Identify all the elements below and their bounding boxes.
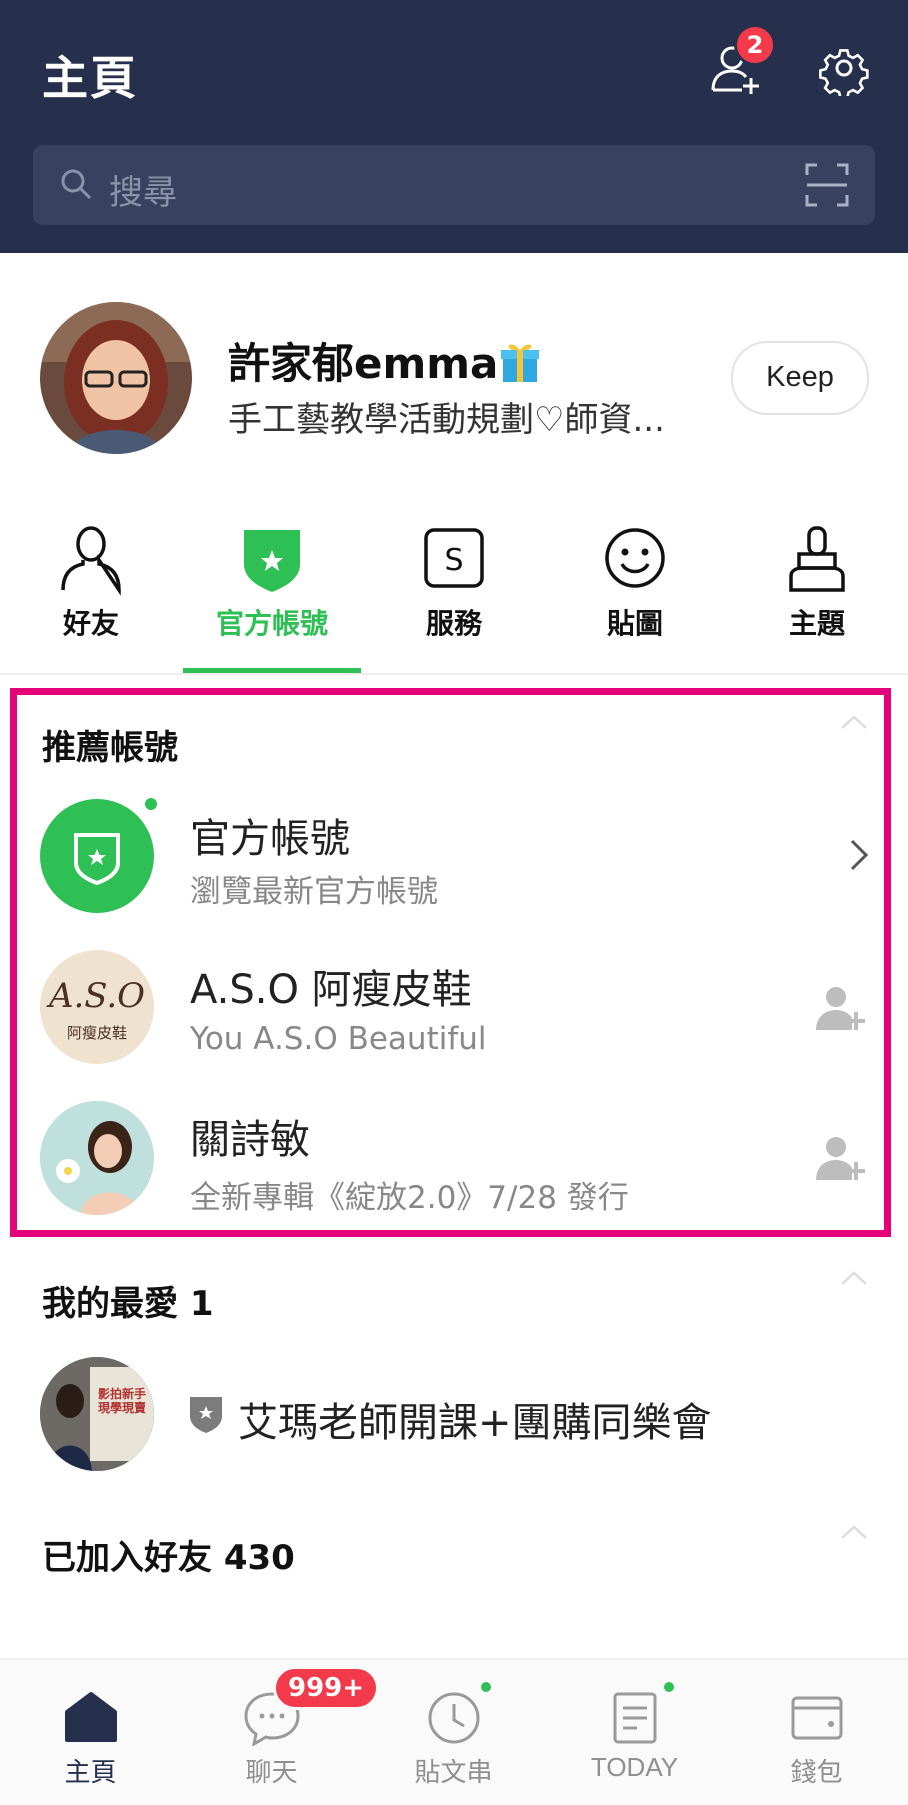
divider [0,673,908,675]
favorites-section-title: 我的最愛 1 [42,1284,214,1324]
smile-icon [595,520,675,600]
svg-text:S: S [444,543,463,578]
wallet-icon [787,1686,847,1746]
home-icon [61,1686,121,1746]
aso-avatar[interactable]: A.S.O 阿瘦皮鞋 [40,950,154,1064]
favorite-avatar[interactable]: 影拍新手 現學現賣 [40,1357,154,1471]
singer-avatar[interactable] [40,1101,154,1215]
nav-today[interactable]: TODAY [544,1660,725,1805]
category-label: 官方帳號 [215,607,328,640]
collapse-caret-icon[interactable] [840,1270,868,1286]
category-label: 好友 [62,607,119,640]
nav-label: 主頁 [64,1758,117,1788]
aso-logo-text: A.S.O [48,976,146,1016]
new-indicator-dot [481,1682,491,1692]
favorite-item-name[interactable]: 艾瑪老師開課+團購同樂會 [238,1390,712,1448]
add-friend-button[interactable]: 2 [708,24,776,96]
category-official-accounts[interactable]: 官方帳號 [181,520,363,642]
nav-label: TODAY [590,1752,679,1782]
service-s-icon: S [414,520,494,600]
collapse-caret-icon[interactable] [840,1524,868,1540]
nav-label: 聊天 [245,1758,298,1788]
bottom-nav: 主頁 聊天 999+ 貼文串 TODAY 錢包 [0,1658,908,1805]
recommended-item-subtitle: 全新專輯《綻放2.0》7/28 發行 [190,1180,629,1216]
nav-wallet[interactable]: 錢包 [726,1660,907,1805]
collapse-caret-icon[interactable] [840,714,868,730]
profile-name[interactable]: 許家郁emma [228,330,540,391]
nav-home[interactable]: 主頁 [0,1660,181,1805]
favorite-avatar-text: 影拍新手 現學現賣 [98,1387,147,1415]
nav-label: 錢包 [790,1758,843,1788]
gift-icon [500,340,540,384]
nav-chats[interactable]: 聊天 999+ [181,1660,380,1805]
chevron-right-icon[interactable] [832,829,884,881]
new-indicator-dot [664,1682,674,1692]
search-bar[interactable]: 搜尋 [33,145,875,225]
category-friends[interactable]: 好友 [0,520,182,642]
category-label: 服務 [425,607,482,640]
category-services[interactable]: S 服務 [363,520,545,642]
shield-star-icon [74,833,120,886]
recommended-section-title: 推薦帳號 [42,728,178,768]
search-icon [61,169,92,200]
news-icon [605,1686,665,1746]
official-account-avatar[interactable] [40,799,154,913]
recommended-item-subtitle: You A.S.O Beautiful [190,1021,487,1057]
friends-section-title: 已加入好友 430 [42,1538,295,1578]
aso-logo-subtext: 阿瘦皮鞋 [66,1024,127,1042]
shield-star-icon [232,520,312,600]
person-icon [51,520,131,600]
add-friend-icon[interactable] [814,982,866,1034]
nav-timeline[interactable]: 貼文串 [363,1660,544,1805]
top-header: 主頁 2 搜尋 [0,0,908,253]
friend-request-badge: 2 [734,24,776,66]
clock-icon [424,1686,484,1746]
category-label: 貼圖 [606,607,663,640]
qr-scan-icon[interactable] [805,163,849,207]
recommended-item-title[interactable]: 關詩敏 [190,1107,310,1165]
search-input[interactable]: 搜尋 [109,165,177,214]
status-message[interactable]: 手工藝教學活動規劃♡師資... [228,392,665,441]
official-badge-icon [190,1397,222,1433]
category-stickers[interactable]: 貼圖 [544,520,726,642]
recommended-item-subtitle: 瀏覽最新官方帳號 [190,874,438,910]
gear-icon [819,49,869,99]
category-label: 主題 [788,607,845,640]
profile-avatar[interactable] [40,302,192,454]
category-themes[interactable]: 主題 [726,520,908,642]
page-title: 主頁 [42,51,138,105]
recommended-item-title[interactable]: 官方帳號 [190,806,350,864]
keep-button[interactable]: Keep [731,341,869,415]
profile-name-text: 許家郁emma [228,339,499,388]
nav-label: 貼文串 [414,1758,493,1788]
brush-icon [777,520,857,600]
settings-button[interactable] [816,40,872,99]
new-indicator-dot [145,798,157,810]
recommended-item-title[interactable]: A.S.O 阿瘦皮鞋 [190,957,472,1015]
add-friend-icon[interactable] [814,1132,866,1184]
